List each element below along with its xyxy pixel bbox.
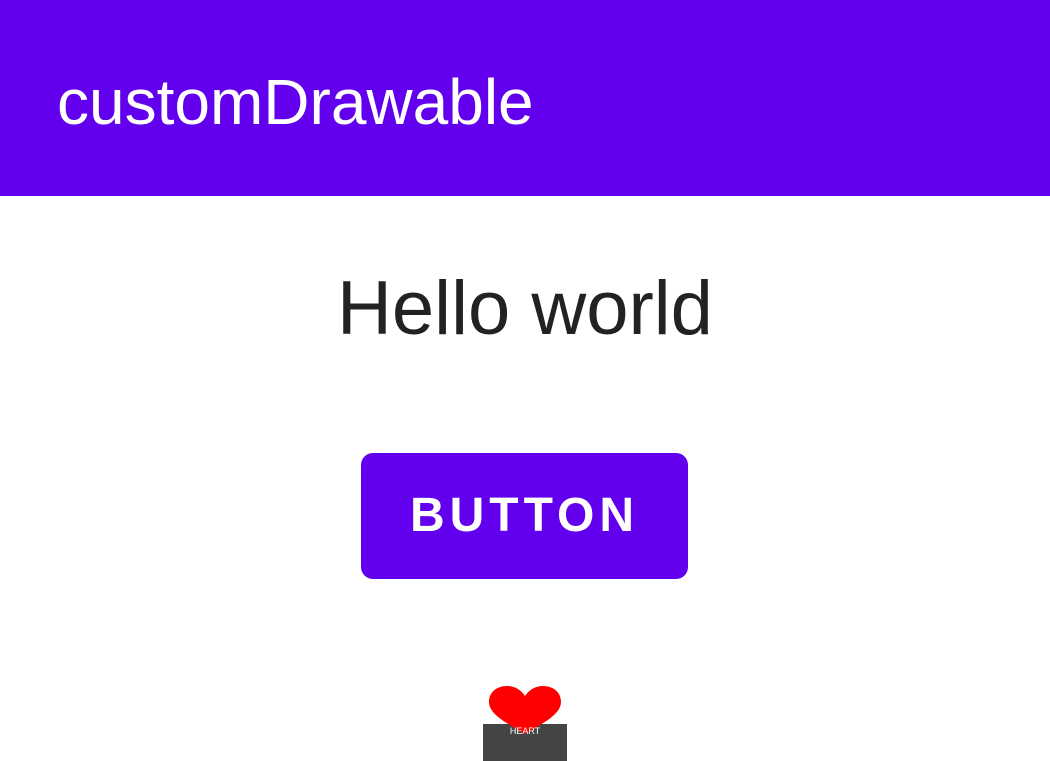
- app-bar: customDrawable: [0, 0, 1050, 196]
- heart-drawable: HEART: [483, 686, 567, 761]
- main-content: Hello world BUTTON HEART: [0, 196, 1050, 761]
- heart-label: HEART: [509, 726, 541, 736]
- main-button[interactable]: BUTTON: [361, 453, 688, 579]
- greeting-text: Hello world: [337, 266, 713, 351]
- app-title: customDrawable: [57, 66, 534, 138]
